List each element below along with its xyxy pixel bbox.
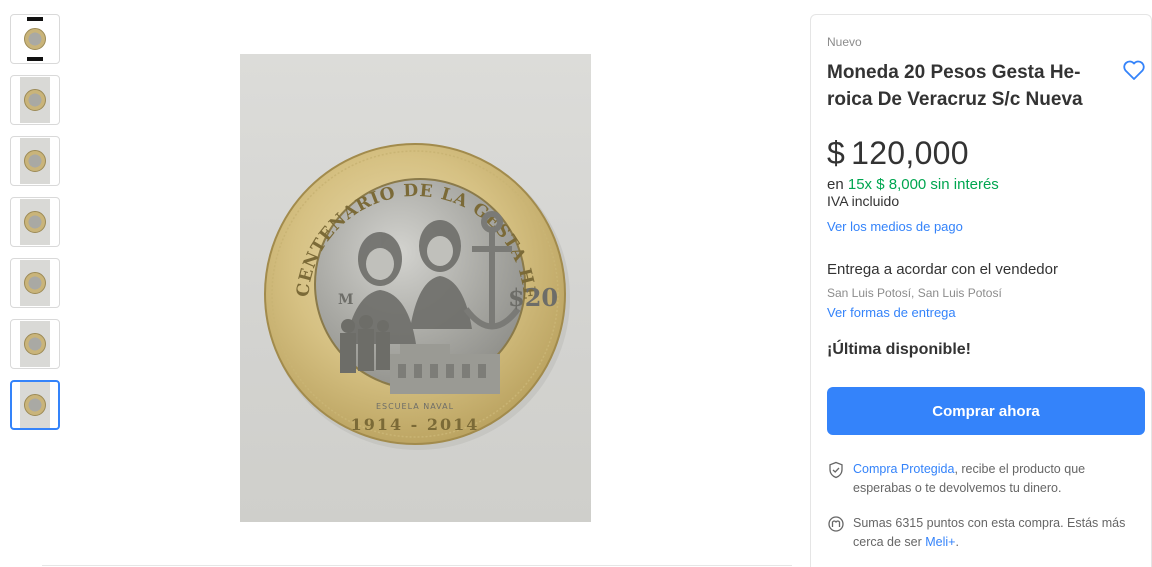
thumbnail-image [20, 260, 50, 306]
coin-years: 1914 - 2014 [351, 415, 480, 434]
thumbnail-image [20, 138, 50, 184]
price-amount: 120,000 [851, 135, 969, 171]
coin-thumbnail [24, 211, 46, 233]
thumbnail-5[interactable] [10, 258, 60, 308]
thumbnail-3[interactable] [10, 136, 60, 186]
buy-now-button[interactable]: Comprar ahora [827, 387, 1145, 435]
thumbnail-image [20, 199, 50, 245]
purchase-panel: Nuevo Moneda 20 Pesos Gesta He-roica De … [810, 14, 1152, 567]
coin-thumbnail [24, 150, 46, 172]
price: $120,000 [827, 135, 969, 172]
stock-status: ¡Última disponible! [827, 341, 971, 358]
iva-label: IVA incluido [827, 193, 900, 209]
points-text: Sumas 6315 puntos con esta compra. Estás… [853, 516, 1126, 549]
meli-points-icon [828, 516, 844, 532]
installments-prefix: en [827, 176, 844, 193]
seller-location: San Luis Potosí, San Luis Potosí [827, 286, 1002, 300]
protected-text-block: Compra Protegida, recibe el producto que… [853, 460, 1127, 498]
main-product-image[interactable]: CENTENARIO DE LA GESTA HEROICA DE VERACR… [240, 54, 591, 522]
heart-icon[interactable] [1122, 59, 1146, 81]
thumbnail-7[interactable] [10, 380, 60, 430]
points-end: . [955, 535, 959, 549]
thumbnail-image [20, 321, 50, 367]
points-info: Sumas 6315 puntos con esta compra. Estás… [827, 514, 1127, 552]
installments-offer: 15x $ 8,000 sin interés [847, 176, 999, 193]
coin-thumbnail [24, 272, 46, 294]
price-currency: $ [827, 135, 846, 171]
thumbnail-2[interactable] [10, 75, 60, 125]
thumbnail-4[interactable] [10, 197, 60, 247]
coin-thumbnail [24, 333, 46, 355]
protected-purchase-info: Compra Protegida, recibe el producto que… [827, 460, 1127, 498]
coin-image: CENTENARIO DE LA GESTA HEROICA DE VERACR… [240, 54, 570, 450]
coin-school: ESCUELA NAVAL [376, 402, 454, 411]
installments: en 15x $ 8,000 sin interés [827, 176, 999, 193]
thumbnail-image [20, 77, 50, 123]
delivery-options-link[interactable]: Ver formas de entrega [827, 305, 956, 320]
delivery-info: Entrega a acordar con el vendedor [827, 261, 1058, 278]
meli-plus-link[interactable]: Meli+ [925, 535, 955, 549]
coin-thumbnail [24, 89, 46, 111]
payment-methods-link[interactable]: Ver los medios de pago [827, 219, 963, 234]
divider [42, 565, 792, 566]
points-text-block: Sumas 6315 puntos con esta compra. Estás… [853, 514, 1127, 552]
coin-denomination: $20 [508, 283, 558, 312]
coin-mint-mark: M [338, 292, 354, 308]
protected-purchase-link[interactable]: Compra Protegida [853, 462, 954, 476]
coin-thumbnail [24, 28, 46, 50]
thumbnail-list [10, 14, 60, 441]
product-title: Moneda 20 Pesos Gesta He-roica De Veracr… [827, 62, 1083, 110]
thumbnail-1[interactable] [10, 14, 60, 64]
shield-check-icon [829, 461, 843, 479]
thumbnail-image [12, 16, 58, 62]
coin-thumbnail [24, 394, 46, 416]
thumbnail-6[interactable] [10, 319, 60, 369]
condition-label: Nuevo [827, 35, 862, 49]
thumbnail-image [20, 382, 50, 428]
